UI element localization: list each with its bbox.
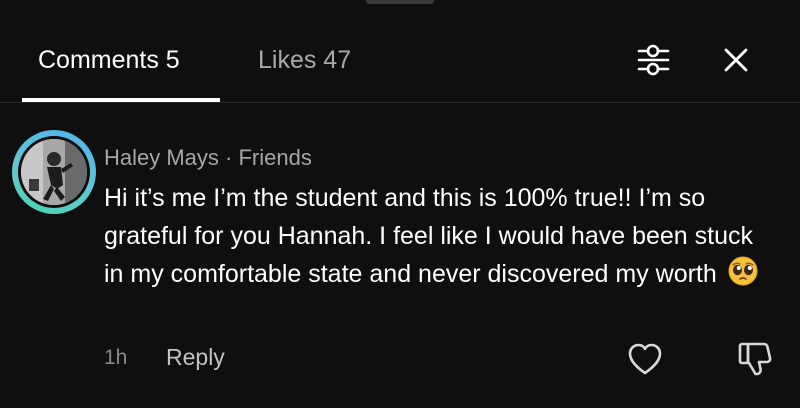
- comment-body: Hi it’s me I’m the student and this is 1…: [104, 184, 753, 288]
- sliders-icon: [637, 44, 670, 76]
- close-icon: [724, 48, 748, 72]
- pleading-face-emoji-icon: [728, 256, 758, 286]
- thumbs-down-icon: [738, 342, 772, 376]
- reply-button[interactable]: Reply: [166, 341, 225, 373]
- comment-item: Haley Mays · Friends Hi it’s me I’m the …: [0, 103, 800, 408]
- active-tab-indicator: [22, 98, 220, 102]
- avatar[interactable]: [12, 130, 96, 214]
- dislike-button[interactable]: [736, 340, 774, 378]
- tabs-bar: Comments 5 Likes 47: [0, 0, 800, 103]
- comment-text: Hi it’s me I’m the student and this is 1…: [104, 179, 764, 293]
- like-button[interactable]: [627, 342, 663, 376]
- tab-likes[interactable]: Likes 47: [258, 42, 351, 78]
- avatar-photo: [21, 139, 87, 205]
- heart-icon: [628, 343, 662, 375]
- filter-button[interactable]: [634, 40, 674, 80]
- comment-timestamp: 1h: [104, 346, 128, 369]
- avatar-border: [18, 136, 90, 208]
- tab-comments[interactable]: Comments 5: [38, 42, 180, 78]
- comment-author[interactable]: Haley Mays · Friends: [104, 143, 312, 173]
- close-button[interactable]: [716, 40, 756, 80]
- person-silhouette-icon: [21, 139, 87, 205]
